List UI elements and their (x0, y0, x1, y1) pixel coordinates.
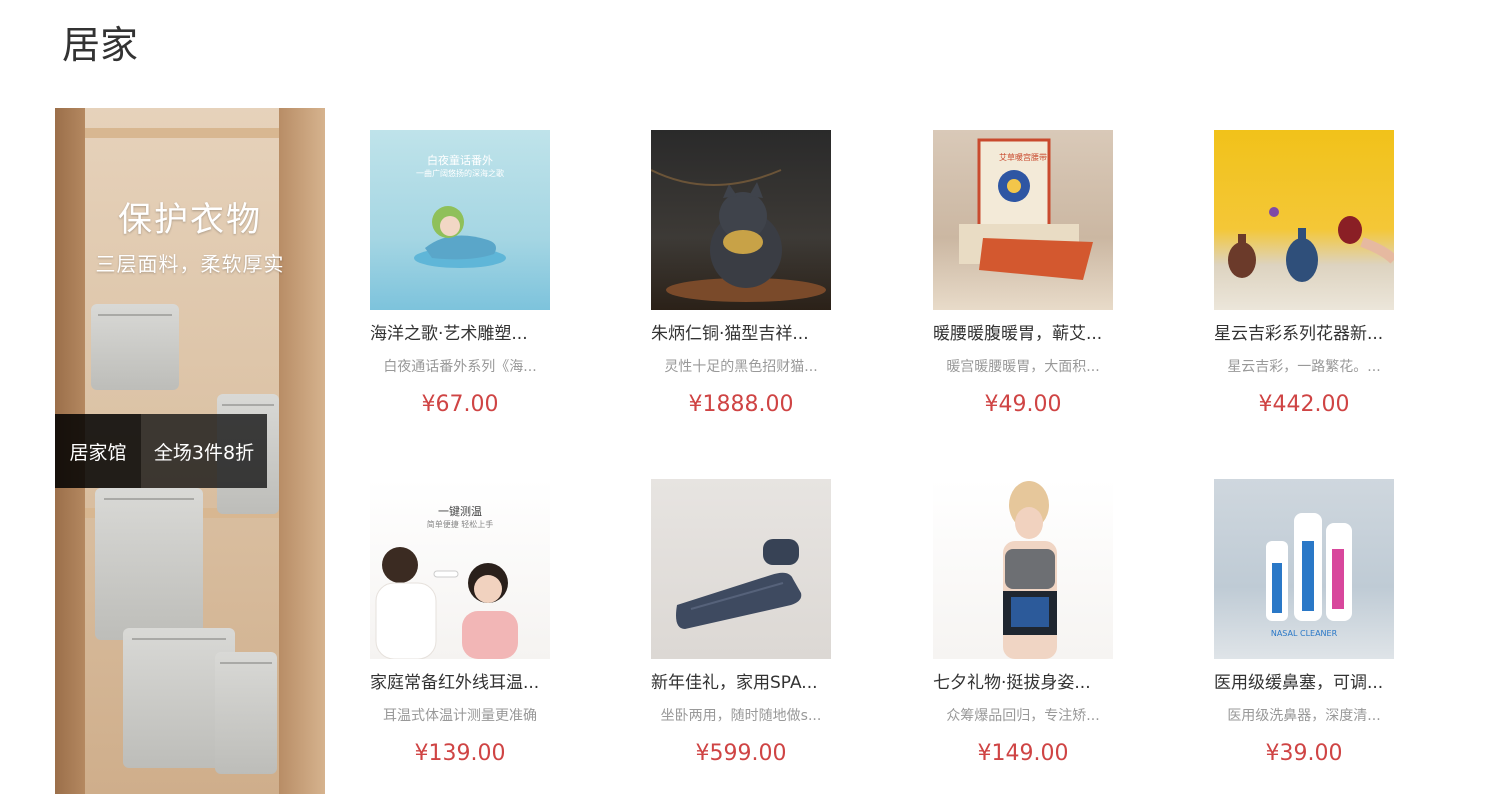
product-desc: 医用级洗鼻器，深度清... (1227, 708, 1381, 724)
product-card[interactable]: 朱炳仁铜·猫型吉祥... 灵性十足的黑色招财猫... ¥1888.00 (651, 130, 831, 419)
storage-bag-image (215, 652, 277, 774)
massage-mat-illustration (676, 539, 802, 629)
product-card[interactable]: 星云吉彩系列花器新... 星云吉彩，一路繁花。... ¥442.00 (1214, 130, 1394, 419)
product-image[interactable] (933, 479, 1113, 659)
sculpture-illustration (414, 206, 506, 268)
product-desc: 暖宫暖腰暖胃，大面积... (946, 359, 1100, 375)
promo-tag[interactable]: 居家馆 全场3件8折 (55, 414, 267, 488)
category-banner[interactable]: 保护衣物 三层面料，柔软厚实 居家馆 全场3件8折 (55, 108, 325, 794)
product-name[interactable]: 朱炳仁铜·猫型吉祥... (651, 322, 831, 346)
product-desc: 坐卧两用，随时随地做s... (660, 708, 822, 724)
promo-text: 全场3件8折 (141, 414, 267, 488)
product-card[interactable]: NASAL CLEANER 医用级缓鼻塞，可调... 医用级洗鼻器，深度清...… (1214, 479, 1394, 768)
product-desc: 耳温式体温计测量更准确 (383, 708, 537, 724)
product-name[interactable]: 星云吉彩系列花器新... (1214, 322, 1394, 346)
vase-illustration (1228, 207, 1394, 282)
product-price: ¥67.00 (421, 392, 499, 417)
product-card[interactable]: 七夕礼物·挺拔身姿... 众筹爆品回归，专注矫... ¥149.00 (933, 479, 1113, 768)
product-card[interactable]: 白夜童话番外 一曲广阔悠扬的深海之歌 海洋之歌·艺术雕塑... 白夜通话番外系列… (370, 130, 550, 419)
storage-bag-image (91, 304, 179, 390)
product-card[interactable]: 一键测温 简单便捷 轻松上手 家庭常备红外线耳温... 耳温式体温计测量更准确 … (370, 479, 550, 768)
product-image[interactable]: 艾草暖宫腰带 (933, 130, 1113, 310)
product-image[interactable] (651, 130, 831, 310)
storage-bag-image (95, 488, 203, 640)
banner-shelf (85, 128, 279, 138)
posture-corrector-illustration (1003, 481, 1057, 659)
cat-figurine-illustration (651, 169, 826, 302)
section-title: 居家 (62, 23, 139, 67)
product-price: ¥442.00 (1258, 392, 1350, 417)
product-price: ¥39.00 (1265, 741, 1343, 766)
product-price: ¥149.00 (977, 741, 1069, 766)
product-price: ¥1888.00 (688, 392, 794, 417)
product-name[interactable]: 七夕礼物·挺拔身姿... (933, 671, 1113, 695)
product-image[interactable]: 一键测温 简单便捷 轻松上手 (370, 479, 550, 659)
product-price: ¥49.00 (984, 392, 1062, 417)
product-desc: 星云吉彩，一路繁花。... (1227, 359, 1381, 375)
image-caption: 艾草暖宫腰带 (999, 153, 1047, 162)
promo-label: 居家馆 (55, 414, 141, 488)
product-name[interactable]: 家庭常备红外线耳温... (370, 671, 550, 695)
product-name[interactable]: 新年佳礼，家用SPA... (651, 671, 831, 695)
product-image[interactable] (1214, 130, 1394, 310)
product-price: ¥599.00 (695, 741, 787, 766)
product-card[interactable]: 艾草暖宫腰带 暖腰暖腹暖胃，蕲艾... 暖宫暖腰暖胃，大面积... ¥49.00 (933, 130, 1113, 419)
product-image[interactable]: 白夜童话番外 一曲广阔悠扬的深海之歌 (370, 130, 550, 310)
product-name[interactable]: 海洋之歌·艺术雕塑... (370, 322, 550, 346)
thermometer-family-illustration (375, 547, 518, 659)
product-desc: 灵性十足的黑色招财猫... (664, 359, 818, 375)
product-card[interactable]: 新年佳礼，家用SPA... 坐卧两用，随时随地做s... ¥599.00 (651, 479, 831, 768)
product-desc: 众筹爆品回归，专注矫... (946, 708, 1100, 724)
product-image[interactable] (651, 479, 831, 659)
image-caption: NASAL CLEANER (1270, 629, 1338, 638)
product-name[interactable]: 医用级缓鼻塞，可调... (1214, 671, 1394, 695)
banner-subline: 三层面料，柔软厚实 (95, 252, 285, 276)
product-name[interactable]: 暖腰暖腹暖胃，蕲艾... (933, 322, 1113, 346)
product-image[interactable]: NASAL CLEANER (1214, 479, 1394, 659)
product-price: ¥139.00 (414, 741, 506, 766)
product-desc: 白夜通话番外系列《海... (383, 359, 537, 375)
banner-headline: 保护衣物 (118, 200, 262, 240)
